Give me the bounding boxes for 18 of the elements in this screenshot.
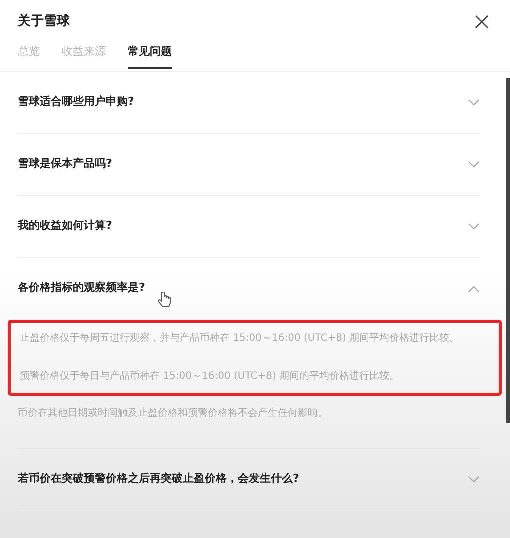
- chevron-down-icon: [468, 98, 480, 106]
- dialog-title: 关于雪球: [18, 12, 70, 32]
- chevron-down-icon: [468, 476, 480, 484]
- close-button[interactable]: [474, 14, 490, 30]
- faq-question[interactable]: 若币价在突破预警价格之后再突破止盈价格，会发生什么?: [18, 449, 480, 511]
- chevron-down-icon: [468, 222, 480, 230]
- scrollbar[interactable]: [506, 78, 510, 423]
- faq-question[interactable]: 雪球适合哪些用户申购?: [18, 72, 480, 134]
- tab[interactable]: 常见问题: [128, 44, 172, 68]
- faq-question[interactable]: 各价格指标的观察频率是?: [18, 258, 480, 320]
- chevron-up-icon: [468, 284, 480, 292]
- faq-question[interactable]: 雪球是保本产品吗?: [18, 134, 480, 196]
- hand-cursor-icon: [158, 292, 172, 308]
- answer-text: 止盈价格仅于每周五进行观察，并与产品币种在 15:00～16:00 (UTC+8) 期间平均价格进行比较。: [20, 332, 461, 346]
- faq-question[interactable]: 我的收益如何计算?: [18, 196, 480, 258]
- chevron-down-icon: [468, 160, 480, 168]
- answer-text: 预警价格仅于每日与产品币种在 15:00～16:00 (UTC+8) 期间的平均价格进行比较。: [20, 370, 401, 384]
- answer-text: 币价在其他日期或时间触及止盈价格和预警价格将不会产生任何影响。: [18, 406, 329, 421]
